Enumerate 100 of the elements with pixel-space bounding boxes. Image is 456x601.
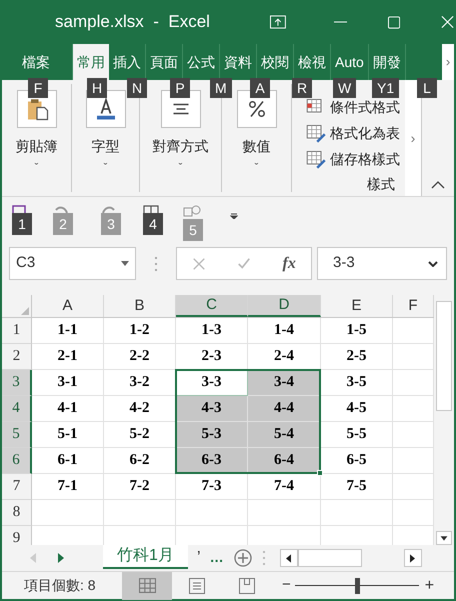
row-header[interactable]: 7 [2, 474, 32, 500]
expand-icon [428, 260, 438, 266]
keytip-tooltip: W [333, 78, 356, 98]
group-label: 對齊方式 [152, 137, 208, 156]
normal-view-icon[interactable] [122, 572, 172, 600]
cell-style-icon [306, 149, 326, 169]
close-icon [440, 15, 454, 29]
table-format-icon [306, 123, 326, 143]
table-cell[interactable]: 4-4 [248, 396, 321, 422]
table-cell[interactable]: 2-2 [104, 344, 176, 370]
style-menu-item[interactable]: 格式化為表 [306, 120, 405, 146]
customize-toolbar-icon [230, 213, 238, 219]
row-header[interactable]: 6 [2, 448, 32, 474]
undo-icon [53, 205, 69, 213]
vertical-scrollbar[interactable] [434, 295, 454, 545]
insert-function-button[interactable]: fx [282, 252, 296, 276]
minimize-icon [334, 21, 347, 23]
table-cell[interactable]: 5-4 [248, 422, 321, 448]
keytip-tooltip: L [417, 78, 437, 98]
save-icon [12, 205, 26, 213]
table-cell[interactable]: 6-3 [176, 448, 248, 474]
tabs-scroll-button[interactable]: › [442, 44, 454, 80]
table-cell[interactable]: 4-5 [321, 396, 393, 422]
expand-caret[interactable]: ˇ [104, 163, 108, 174]
status-text: 項目個數: 8 [23, 576, 97, 595]
scroll-right-icon[interactable] [410, 554, 416, 562]
formula-field[interactable]: 3-3 [317, 247, 447, 280]
zoom-slider[interactable] [294, 578, 419, 594]
row-header[interactable]: 4 [2, 396, 32, 422]
zoom-out-button[interactable]: − [282, 574, 291, 597]
column-header[interactable]: E [321, 295, 393, 317]
group-label: 數值 [242, 137, 270, 156]
table-cell[interactable]: 1-1 [32, 318, 104, 344]
table-cell[interactable]: 3-1 [32, 370, 104, 396]
key-tip: 2 [53, 213, 73, 235]
expand-caret[interactable]: ˇ [178, 163, 182, 174]
more-sheets-button[interactable]: … [210, 545, 224, 569]
table-cell[interactable]: 7-4 [248, 474, 321, 500]
table-cell[interactable]: 1-2 [104, 318, 176, 344]
table-cell[interactable]: 6-5 [321, 448, 393, 474]
ribbon-tab[interactable]: 常用 [73, 44, 109, 80]
table-cell[interactable]: 2-1 [32, 344, 104, 370]
table-cell[interactable]: 7-1 [32, 474, 104, 500]
row-header[interactable]: 9 [2, 526, 32, 545]
horizontal-scrollbar[interactable] [280, 549, 422, 567]
table-cell[interactable]: 6-1 [32, 448, 104, 474]
scroll-left-icon [30, 553, 36, 563]
table-cell[interactable]: 4-1 [32, 396, 104, 422]
ribbon-scroll-button[interactable]: › [410, 128, 416, 148]
table-cell[interactable] [104, 500, 176, 526]
column-header[interactable]: A [32, 295, 104, 317]
style-label: 儲存格樣式 [330, 150, 400, 168]
row-header[interactable]: 5 [2, 422, 32, 448]
scroll-right-icon [58, 553, 64, 563]
sheet-tab[interactable]: ’ [188, 545, 210, 570]
table-cell[interactable] [248, 500, 321, 526]
table-cell[interactable]: 1-3 [176, 318, 248, 344]
table-cell[interactable] [32, 500, 104, 526]
collapse-ribbon-icon [430, 180, 446, 190]
keytip-tooltip: H [87, 78, 108, 98]
expand-caret[interactable]: ˇ [34, 163, 38, 174]
row-header[interactable]: 3 [2, 370, 32, 396]
style-label: 條件式格式 [330, 98, 400, 116]
table-cell[interactable]: 5-5 [321, 422, 393, 448]
keytip-tooltip: A [250, 78, 270, 98]
table-cell[interactable]: 7-3 [176, 474, 248, 500]
group-label: 剪貼簿 [16, 137, 58, 156]
table-cell[interactable]: 6-4 [248, 448, 321, 474]
table-cell[interactable]: 7-2 [104, 474, 176, 500]
table-cell[interactable]: 3-4 [248, 370, 321, 396]
zoom-in-button[interactable]: + [424, 574, 434, 598]
style-menu-item[interactable]: 儲存格樣式 [306, 146, 405, 172]
table-cell[interactable]: 1-4 [248, 318, 321, 344]
slider-thumb[interactable] [354, 578, 360, 594]
table-cell[interactable] [176, 500, 248, 526]
sheet-tab[interactable]: 竹科1月 [103, 544, 188, 569]
grip-icon [154, 256, 158, 272]
table-cell[interactable]: 4-3 [176, 396, 248, 422]
table-cell[interactable]: 2-5 [321, 344, 393, 370]
maximize-icon [388, 16, 400, 28]
shapes-icon [183, 205, 203, 219]
table-cell[interactable]: 1-5 [321, 318, 393, 344]
row-header[interactable]: 1 [2, 318, 32, 344]
table-cell[interactable]: 5-3 [176, 422, 248, 448]
group-label: 樣式 [367, 175, 395, 194]
row-header[interactable]: 2 [2, 344, 32, 370]
column-header[interactable]: C [176, 295, 248, 317]
table-cell[interactable] [321, 500, 393, 526]
name-box[interactable]: C3 [9, 247, 136, 280]
table-cell[interactable]: 3-3 [176, 370, 248, 396]
key-tip: 5 [183, 219, 203, 241]
grip-icon [262, 550, 266, 566]
table-cell[interactable]: 3-5 [321, 370, 393, 396]
column-header[interactable]: D [248, 295, 321, 317]
table-cell[interactable]: 7-5 [321, 474, 393, 500]
expand-caret[interactable]: ˇ [254, 163, 258, 174]
scroll-left-icon[interactable] [286, 554, 292, 562]
table-icon [143, 205, 159, 213]
table-cell[interactable]: 5-1 [32, 422, 104, 448]
row-header[interactable]: 8 [2, 500, 32, 526]
